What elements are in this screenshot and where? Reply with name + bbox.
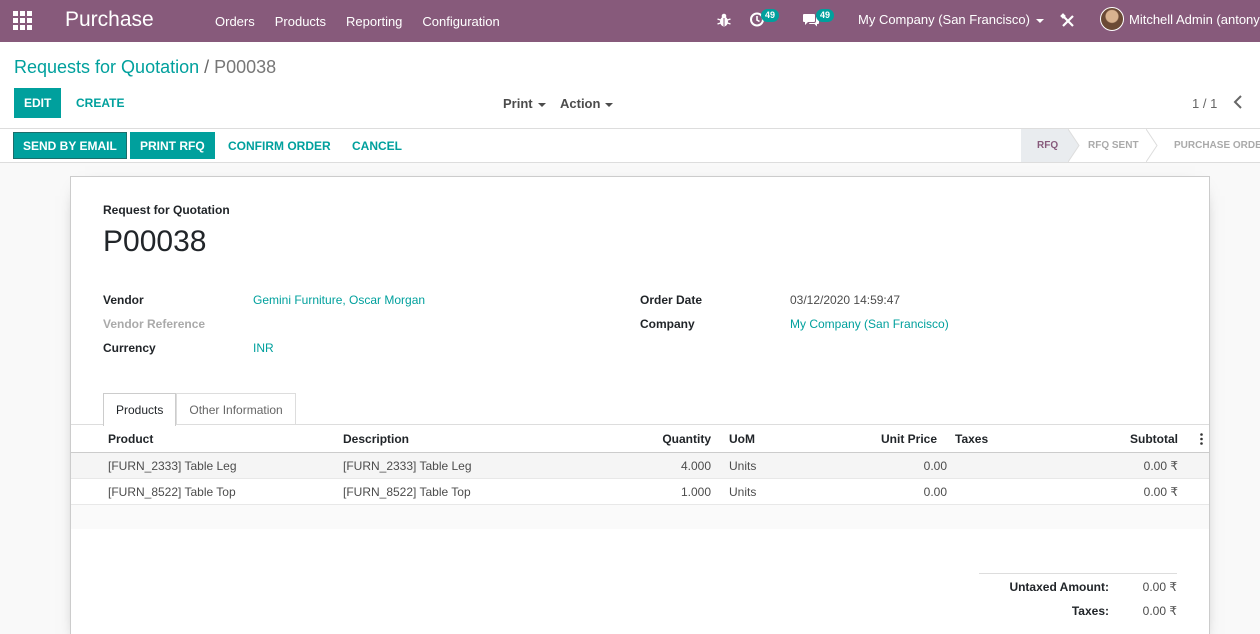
menu-reporting[interactable]: Reporting bbox=[336, 14, 412, 29]
order-date-value: 03/12/2020 14:59:47 bbox=[790, 293, 901, 307]
company-switcher[interactable]: My Company (San Francisco) bbox=[858, 12, 1044, 27]
cell-subtotal: 0.00 ₹ bbox=[1143, 485, 1178, 499]
column-taxes[interactable]: Taxes bbox=[955, 432, 988, 446]
column-unit-price[interactable]: Unit Price bbox=[881, 432, 937, 446]
cell-uom: Units bbox=[729, 459, 757, 473]
menu-orders[interactable]: Orders bbox=[205, 14, 265, 29]
messages-badge: 49 bbox=[816, 9, 835, 22]
menu-configuration[interactable]: Configuration bbox=[412, 14, 509, 29]
cell-description: [FURN_8522] Table Top bbox=[343, 485, 471, 499]
cancel-button[interactable]: CANCEL bbox=[342, 132, 412, 159]
main-menu: Orders Products Reporting Configuration bbox=[205, 0, 510, 42]
breadcrumb: Requests for Quotation / P00038 bbox=[14, 57, 276, 78]
cell-product: [FURN_2333] Table Leg bbox=[108, 459, 237, 473]
cell-quantity: 1.000 bbox=[680, 485, 711, 499]
breadcrumb-current: P00038 bbox=[214, 57, 277, 77]
form-statusbar: SEND BY EMAIL PRINT RFQ CONFIRM ORDER CA… bbox=[0, 129, 1260, 163]
column-uom[interactable]: UoM bbox=[729, 432, 755, 446]
apps-menu-icon[interactable] bbox=[13, 11, 32, 30]
breadcrumb-parent[interactable]: Requests for Quotation bbox=[14, 57, 199, 77]
cell-product: [FURN_8522] Table Top bbox=[108, 485, 236, 499]
caret-down-icon bbox=[1035, 18, 1044, 23]
cell-quantity: 4.000 bbox=[680, 459, 711, 473]
caret-down-icon bbox=[537, 102, 546, 107]
stage-rfq-sent-label: RFQ SENT bbox=[1088, 140, 1139, 151]
stage-purchase-order[interactable]: PURCHASE ORDER bbox=[1152, 129, 1260, 162]
action-dropdown-label: Action bbox=[560, 96, 601, 111]
column-description[interactable]: Description bbox=[343, 432, 409, 446]
stage-rfq-label: RFQ bbox=[1037, 140, 1059, 151]
column-product[interactable]: Product bbox=[108, 432, 153, 446]
taxes-value: 0.00 ₹ bbox=[1142, 604, 1177, 618]
vendor-label: Vendor bbox=[103, 293, 144, 307]
vendor-link[interactable]: Gemini Furniture, Oscar Morgan bbox=[253, 293, 425, 307]
confirm-order-button[interactable]: CONFIRM ORDER bbox=[218, 132, 341, 159]
cell-description: [FURN_2333] Table Leg bbox=[343, 459, 472, 473]
taxes-label: Taxes: bbox=[1071, 604, 1109, 618]
menu-products[interactable]: Products bbox=[265, 14, 336, 29]
user-menu[interactable]: Mitchell Admin (antony bbox=[1129, 12, 1260, 27]
optional-columns-icon[interactable] bbox=[1200, 433, 1203, 445]
print-dropdown-label: Print bbox=[503, 96, 533, 111]
vendor-reference-label: Vendor Reference bbox=[103, 317, 206, 331]
user-avatar[interactable] bbox=[1100, 7, 1124, 31]
stage-rfq[interactable]: RFQ bbox=[1021, 129, 1080, 162]
document-name: P00038 bbox=[103, 225, 207, 258]
cell-unit-price: 0.00 bbox=[923, 459, 947, 473]
caret-down-icon bbox=[605, 102, 614, 107]
company-link[interactable]: My Company (San Francisco) bbox=[790, 317, 949, 331]
edit-button[interactable]: EDIT bbox=[14, 88, 62, 118]
table-row[interactable]: [FURN_8522] Table Top [FURN_8522] Table … bbox=[71, 479, 1209, 505]
tab-products[interactable]: Products bbox=[103, 393, 177, 426]
status-stages: RFQ RFQ SENT PURCHASE ORDER bbox=[1021, 129, 1260, 162]
cell-uom: Units bbox=[729, 485, 757, 499]
form-sheet: Request for Quotation P00038 Vendor Gemi… bbox=[70, 176, 1210, 634]
top-navbar: Purchase Orders Products Reporting Confi… bbox=[0, 0, 1260, 42]
order-date-label: Order Date bbox=[640, 293, 703, 307]
notebook-tabs: Products Other Information bbox=[103, 393, 296, 426]
company-label: Company bbox=[640, 317, 695, 331]
create-button[interactable]: CREATE bbox=[66, 88, 134, 118]
stage-purchase-order-label: PURCHASE ORDER bbox=[1174, 140, 1260, 151]
untaxed-amount-label: Untaxed Amount: bbox=[1009, 580, 1109, 594]
stage-rfq-sent[interactable]: RFQ SENT bbox=[1068, 129, 1158, 162]
untaxed-amount-row: Untaxed Amount: 0.00 ₹ bbox=[979, 574, 1177, 598]
cell-subtotal: 0.00 ₹ bbox=[1143, 459, 1178, 473]
activity-badge: 49 bbox=[761, 9, 780, 22]
cell-unit-price: 0.00 bbox=[923, 485, 947, 499]
tab-other-information[interactable]: Other Information bbox=[176, 393, 296, 425]
company-switcher-label: My Company (San Francisco) bbox=[858, 12, 1030, 27]
order-totals: Untaxed Amount: 0.00 ₹ Taxes: 0.00 ₹ bbox=[979, 573, 1177, 622]
column-subtotal[interactable]: Subtotal bbox=[1130, 432, 1178, 446]
print-rfq-button[interactable]: PRINT RFQ bbox=[130, 132, 215, 159]
table-row[interactable]: [FURN_2333] Table Leg [FURN_2333] Table … bbox=[71, 453, 1209, 479]
chevron-left-icon[interactable] bbox=[1232, 95, 1244, 109]
control-panel: Requests for Quotation / P00038 EDIT CREAT… bbox=[0, 42, 1260, 129]
action-dropdown[interactable]: Action bbox=[560, 96, 614, 111]
currency-link[interactable]: INR bbox=[253, 341, 274, 355]
untaxed-amount-value: 0.00 ₹ bbox=[1142, 580, 1177, 594]
document-type-label: Request for Quotation bbox=[103, 203, 230, 217]
pager-value[interactable]: 1 / 1 bbox=[1192, 96, 1217, 111]
app-name: Purchase bbox=[65, 8, 154, 31]
print-dropdown[interactable]: Print bbox=[503, 96, 546, 111]
order-lines-table: Product Description Quantity UoM Unit Pr… bbox=[71, 424, 1209, 529]
currency-label: Currency bbox=[103, 341, 156, 355]
taxes-row: Taxes: 0.00 ₹ bbox=[979, 598, 1177, 622]
breadcrumb-separator: / bbox=[204, 57, 210, 77]
send-by-email-button[interactable]: SEND BY EMAIL bbox=[13, 132, 127, 159]
column-quantity[interactable]: Quantity bbox=[662, 432, 711, 446]
empty-table-row bbox=[71, 505, 1209, 529]
table-header: Product Description Quantity UoM Unit Pr… bbox=[71, 425, 1209, 453]
bug-icon[interactable] bbox=[716, 12, 732, 28]
debug-tools-icon[interactable] bbox=[1060, 13, 1076, 29]
